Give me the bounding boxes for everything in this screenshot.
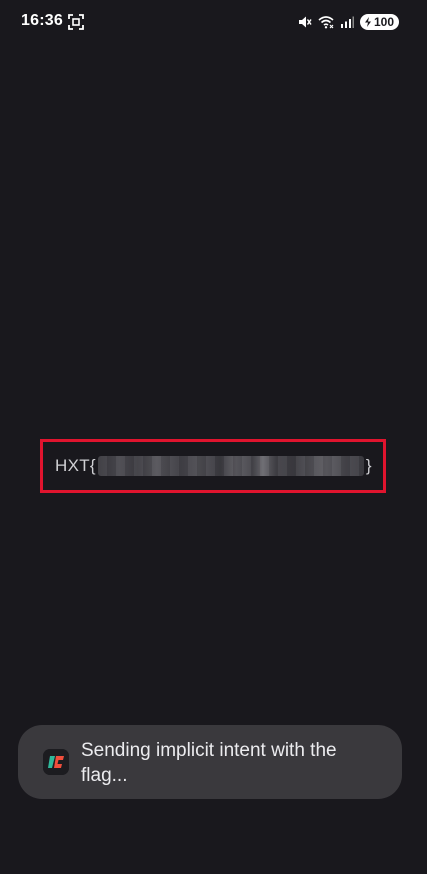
status-time: 16:36 <box>21 12 63 29</box>
status-icons: 100 <box>298 13 399 31</box>
flag-redacted-value <box>97 456 364 476</box>
battery-level: 100 <box>373 15 394 29</box>
app-logo-icon <box>43 749 69 775</box>
flag-highlight-box: HXT{ } <box>40 439 386 493</box>
screenshot-icon <box>68 14 84 30</box>
flag-suffix: } <box>365 456 372 475</box>
wifi-icon <box>318 16 334 29</box>
status-bar: 16:36 100 <box>0 0 427 44</box>
flag-text: HXT{ } <box>55 442 372 490</box>
signal-icon <box>340 16 354 28</box>
mute-icon <box>298 16 312 28</box>
toast-message: Sending implicit intent with the flag... <box>81 740 337 786</box>
battery-indicator: 100 <box>359 14 399 30</box>
battery-icon <box>364 17 371 27</box>
flag-prefix: HXT{ <box>55 456 96 475</box>
toast-notification: Sending implicit intent with the flag... <box>18 725 402 799</box>
